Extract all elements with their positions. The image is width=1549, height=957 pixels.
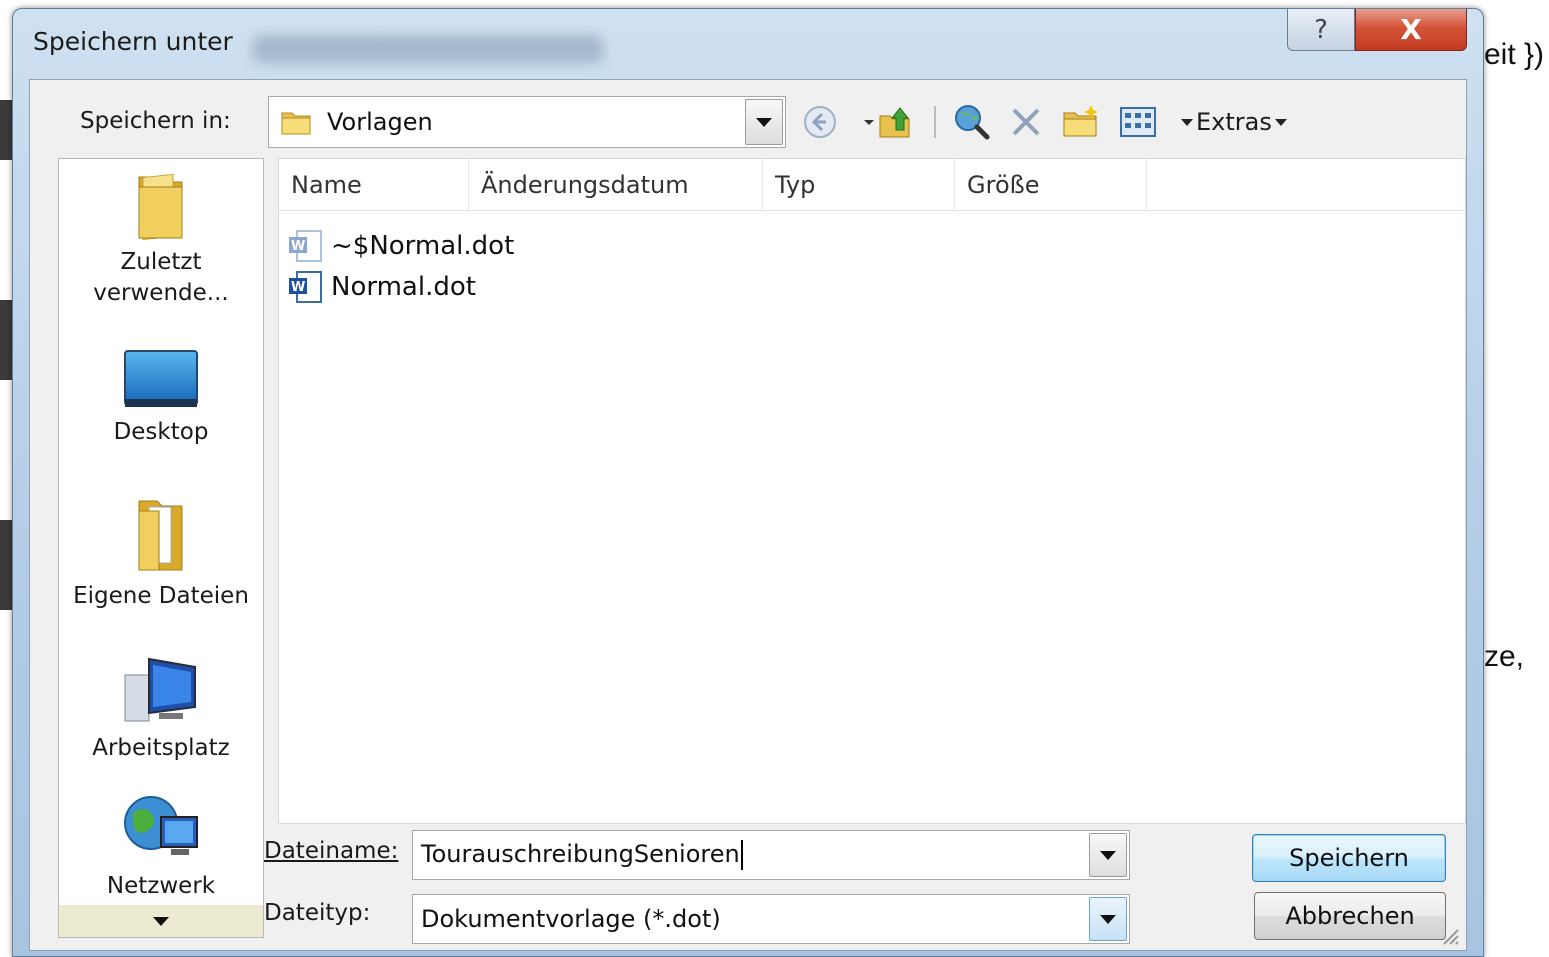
place-label: verwende... [93, 280, 229, 306]
place-network[interactable]: Netzwerk [59, 789, 263, 902]
blurred-background-title [253, 35, 603, 63]
place-label: Eigene Dateien [73, 583, 249, 609]
places-bar: Zuletzt verwende... Desktop Eigene Datei… [58, 158, 264, 938]
text-caret [740, 840, 743, 870]
svg-text:W: W [291, 239, 305, 254]
back-icon [804, 106, 836, 138]
extras-menu-button[interactable]: Extras [1180, 102, 1288, 142]
place-label: Desktop [113, 419, 209, 445]
filename-label-text: Dateiname: [264, 838, 399, 864]
background-text: eit }) [1484, 38, 1545, 71]
dialog-client-area: Speichern in: Vorlagen Extras Zuletzt ve… [29, 79, 1467, 951]
filename-text: TourauschreibungSenioren [421, 840, 740, 868]
close-icon: X [1400, 13, 1422, 46]
resize-grip-icon[interactable] [1440, 926, 1460, 946]
file-name: ~$Normal.dot [331, 231, 515, 261]
background-text: ze, [1484, 640, 1525, 673]
caption-buttons: ? X [1287, 9, 1467, 51]
save-in-dropdown-button[interactable] [745, 99, 783, 145]
title-bar[interactable]: Speichern unter ? X [13, 9, 1483, 79]
search-web-button[interactable] [952, 102, 992, 142]
column-header-size[interactable]: Größe [955, 159, 1147, 211]
search-web-icon [955, 105, 990, 140]
place-label: Netzwerk [106, 873, 216, 899]
column-header-name[interactable]: Name [279, 159, 469, 211]
filetype-select[interactable]: Dokumentvorlage (*.dot) [412, 894, 1130, 944]
chevron-down-icon [153, 917, 169, 926]
chevron-down-icon [1100, 914, 1116, 924]
svg-text:W: W [291, 280, 305, 295]
views-icon [1120, 107, 1156, 137]
dropdown-arrow-icon [1274, 119, 1287, 126]
toolbar-separator [934, 106, 936, 138]
place-label: Zuletzt [120, 249, 202, 275]
up-folder-icon [864, 107, 910, 138]
dialog-title: Speichern unter [33, 27, 233, 56]
save-in-label: Speichern in: [80, 108, 231, 134]
recent-folder-icon [138, 173, 183, 241]
my-computer-icon [124, 657, 196, 722]
save-as-dialog: Speichern unter ? X Speichern in: Vorlag… [12, 8, 1484, 957]
column-header-row: Name Änderungsdatum Typ Größe [279, 159, 1465, 211]
filetype-value: Dokumentvorlage (*.dot) [421, 905, 721, 933]
back-button[interactable] [800, 102, 840, 142]
filename-dropdown-button[interactable] [1089, 833, 1127, 877]
place-my-documents[interactable]: Eigene Dateien [59, 493, 263, 612]
save-button[interactable]: Speichern [1252, 834, 1446, 882]
delete-button[interactable] [1006, 102, 1046, 142]
folder-icon [281, 112, 311, 135]
help-button[interactable]: ? [1287, 9, 1355, 51]
chevron-down-icon [756, 117, 772, 127]
place-recent[interactable]: Zuletzt verwende... [59, 167, 263, 309]
place-label: Arbeitsplatz [92, 735, 230, 761]
up-one-level-button[interactable] [860, 102, 924, 142]
word-template-icon: W [289, 271, 322, 303]
help-icon: ? [1314, 14, 1328, 45]
filetype-label: Dateityp: [264, 900, 371, 926]
save-in-combobox[interactable]: Vorlagen [268, 96, 786, 148]
extras-label: Extras [1196, 108, 1272, 136]
place-my-computer[interactable]: Arbeitsplatz [59, 655, 263, 764]
places-scroll-down[interactable] [59, 905, 263, 937]
column-header-modified[interactable]: Änderungsdatum [469, 159, 763, 211]
file-item[interactable]: W Normal.dot [287, 268, 476, 306]
new-folder-button[interactable] [1060, 102, 1100, 142]
close-button[interactable]: X [1355, 9, 1467, 51]
file-list[interactable]: Name Änderungsdatum Typ Größe W ~$Normal… [278, 158, 1466, 824]
file-item[interactable]: W ~$Normal.dot [287, 227, 514, 265]
file-name: Normal.dot [331, 272, 476, 302]
new-folder-icon [1063, 105, 1098, 137]
save-in-value: Vorlagen [327, 108, 433, 136]
filename-label: Dateiname: [264, 838, 398, 864]
place-desktop[interactable]: Desktop [59, 347, 263, 448]
desktop-icon [124, 350, 198, 407]
dropdown-arrow-icon [1181, 119, 1193, 126]
views-button[interactable] [1118, 102, 1158, 142]
chevron-down-icon [1100, 850, 1116, 860]
my-documents-icon [138, 500, 183, 571]
filename-value: TourauschreibungSenioren [421, 840, 743, 870]
word-template-icon: W [289, 230, 322, 262]
delete-icon [1012, 108, 1040, 136]
filetype-dropdown-button[interactable] [1089, 897, 1127, 941]
network-icon [124, 796, 198, 855]
column-header-type[interactable]: Typ [763, 159, 955, 211]
filename-input[interactable]: TourauschreibungSenioren [412, 830, 1130, 880]
cancel-button[interactable]: Abbrechen [1254, 892, 1446, 940]
